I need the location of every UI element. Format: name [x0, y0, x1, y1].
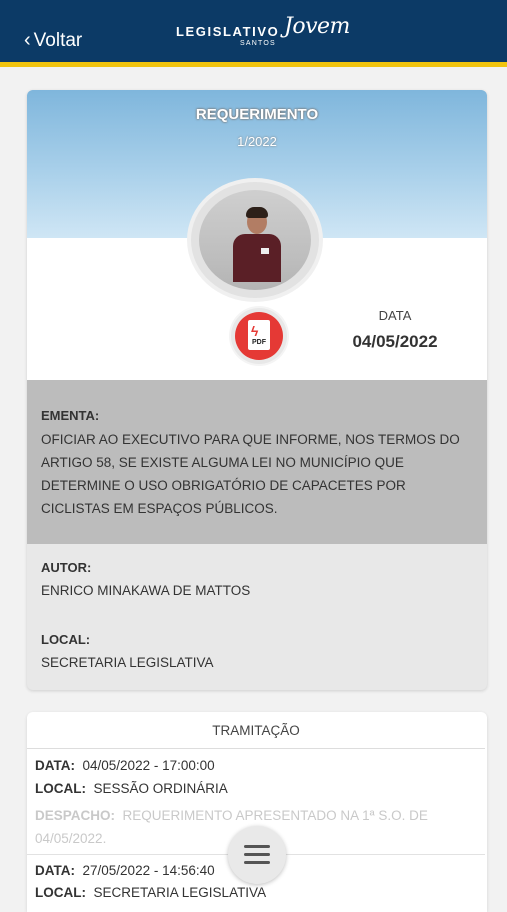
date-label: DATA — [378, 308, 412, 323]
author-photo — [191, 182, 319, 298]
pdf-icon: ϟ PDF — [235, 312, 283, 360]
autor-label: AUTOR: — [41, 560, 92, 575]
logo-main-text: LEGISLATIVO — [176, 24, 280, 39]
legislativo-jovem-logo: LEGISLATIVO Jovem SANTOS — [176, 14, 356, 56]
tram-entry-1-data: DATA: 04/05/2022 - 17:00:00 — [35, 758, 215, 773]
menu-button[interactable] — [228, 826, 286, 884]
ementa-label: EMENTA: — [41, 408, 100, 423]
date-value: 04/05/2022 — [352, 332, 438, 351]
logo-sub-text: SANTOS — [240, 40, 276, 47]
tram-entry-1-local: LOCAL: SESSÃO ORDINÁRIA — [35, 781, 228, 796]
chevron-left-icon: ‹ — [24, 29, 31, 51]
tram-entry-2-local: LOCAL: SECRETARIA LEGISLATIVA — [35, 885, 267, 900]
document-type-title: REQUERIMENTO — [195, 106, 319, 123]
tramitacao-title: TRAMITAÇÃO — [27, 712, 485, 749]
ementa-section: EMENTA: OFICIAR AO EXECUTIVO PARA QUE IN… — [27, 380, 487, 544]
ementa-text: OFICIAR AO EXECUTIVO PARA QUE INFORME, N… — [41, 432, 460, 516]
local-label: LOCAL: — [41, 632, 91, 647]
requerimento-card: REQUERIMENTO 1/2022 ϟ PDF DATA 04/05/202… — [27, 90, 487, 690]
author-photo-image — [199, 190, 311, 290]
app-header: ‹ Voltar LEGISLATIVO Jovem SANTOS — [0, 0, 507, 67]
document-number: 1/2022 — [237, 134, 277, 149]
pdf-label: PDF — [252, 339, 266, 346]
back-button[interactable]: ‹ Voltar — [24, 30, 82, 52]
autor-value: ENRICO MINAKAWA DE MATTOS — [41, 583, 251, 598]
local-value: SECRETARIA LEGISLATIVA — [41, 655, 214, 670]
logo-script-text: Jovem — [284, 14, 350, 39]
back-label: Voltar — [33, 30, 83, 51]
pdf-download-button[interactable]: ϟ PDF — [231, 308, 287, 364]
hamburger-menu-icon — [244, 845, 270, 865]
